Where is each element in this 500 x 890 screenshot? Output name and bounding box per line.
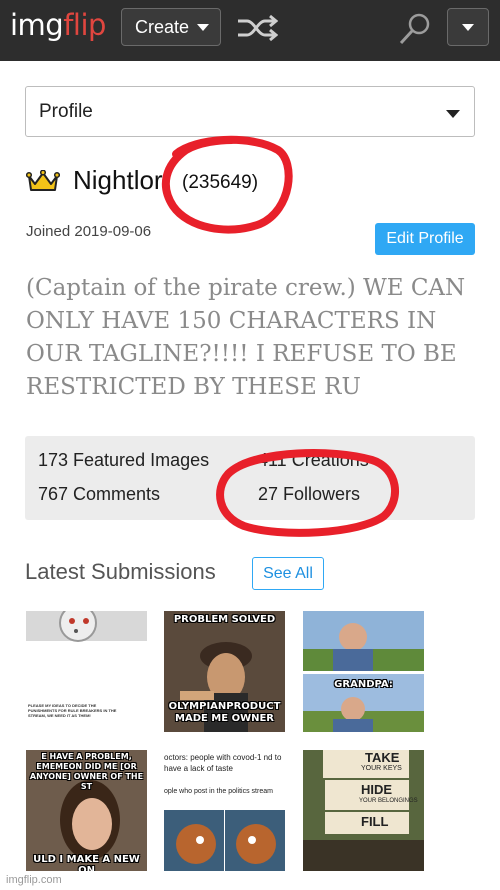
thumbnail-caption-top: octors: people with covod-1 nd to have a… (164, 753, 282, 773)
username: Nightlor (73, 165, 163, 195)
thumbnail-caption-middle: ople who post in the politics stream (164, 788, 273, 795)
crown-icon (26, 170, 60, 191)
thumbnail-caption: GRANDPA: (334, 679, 393, 690)
thumbnail-caption: PLEASE MY IDEAS TO DECIDE THE PUNISHMENT… (28, 703, 117, 718)
grandpa-image (303, 611, 424, 732)
featured-images-link[interactable]: 173 Featured Images (38, 450, 209, 471)
edit-profile-button[interactable]: Edit Profile (375, 223, 475, 255)
submission-thumbnail[interactable]: PROBLEM SOLVED OLYMPIANPRODUCT MADE ME O… (164, 611, 285, 732)
chevron-down-icon (446, 110, 460, 118)
submission-thumbnail[interactable]: octors: people with covod-1 nd to have a… (164, 750, 285, 871)
user-points: (235649) (182, 172, 259, 193)
creations-link[interactable]: 411 Creations (258, 450, 369, 471)
create-button[interactable]: Create (121, 8, 221, 46)
followers-link[interactable]: 27 Followers (258, 484, 360, 505)
submission-thumbnail[interactable]: PLEASE MY IDEAS TO DECIDE THE PUNISHMENT… (26, 611, 147, 732)
imgflip-watermark: imgflip.com (6, 874, 62, 886)
shuffle-icon[interactable] (236, 14, 278, 42)
create-label: Create (135, 16, 190, 37)
sign-take-sub: YOUR KEYS (361, 765, 402, 772)
profile-section-select[interactable]: Profile (25, 86, 475, 137)
sign-hide-sub: YOUR BELONGINGS (359, 798, 418, 804)
submission-thumbnail[interactable]: TAKE YOUR KEYS HIDE YOUR BELONGINGS FILL (303, 750, 424, 871)
submission-thumbnail[interactable]: GRANDPA: (303, 611, 424, 732)
profile-select-value: Profile (39, 100, 93, 122)
imgflip-logo[interactable]: imgflip (10, 8, 106, 42)
logo-text-flip: flip (63, 8, 106, 42)
submission-thumbnail[interactable]: E HAVE A PROBLEM, EMEMEON DID ME [OR ANY… (26, 750, 147, 871)
sign-fill: FILL (361, 814, 389, 829)
sign-take: TAKE (365, 750, 400, 765)
thumbnail-caption-top: PROBLEM SOLVED (173, 614, 276, 625)
chevron-down-icon (462, 23, 474, 31)
search-icon[interactable] (398, 12, 432, 46)
comments-link[interactable]: 767 Comments (38, 484, 160, 505)
logo-text-img: img (10, 8, 64, 42)
latest-submissions-title: Latest Submissions (25, 559, 216, 584)
see-all-button[interactable]: See All (252, 557, 324, 590)
sign-hide: HIDE (361, 782, 393, 797)
thumbnail-caption-top: E HAVE A PROBLEM, EMEMEON DID ME [OR ANY… (29, 752, 144, 791)
user-tagline: (Captain of the pirate crew.) WE CAN ONL… (26, 275, 466, 400)
chevron-down-icon (197, 23, 210, 31)
joined-date: Joined 2019-09-06 (26, 223, 152, 240)
menu-dropdown-button[interactable] (447, 8, 489, 46)
top-navbar: imgflip Create (0, 0, 500, 61)
thumbnail-caption-bottom: OLYMPIANPRODUCT MADE ME OWNER (168, 701, 281, 724)
stats-box: 173 Featured Images 411 Creations 767 Co… (25, 436, 475, 520)
thumbnail-caption-bottom: ULD I MAKE A NEW ON (33, 854, 140, 871)
